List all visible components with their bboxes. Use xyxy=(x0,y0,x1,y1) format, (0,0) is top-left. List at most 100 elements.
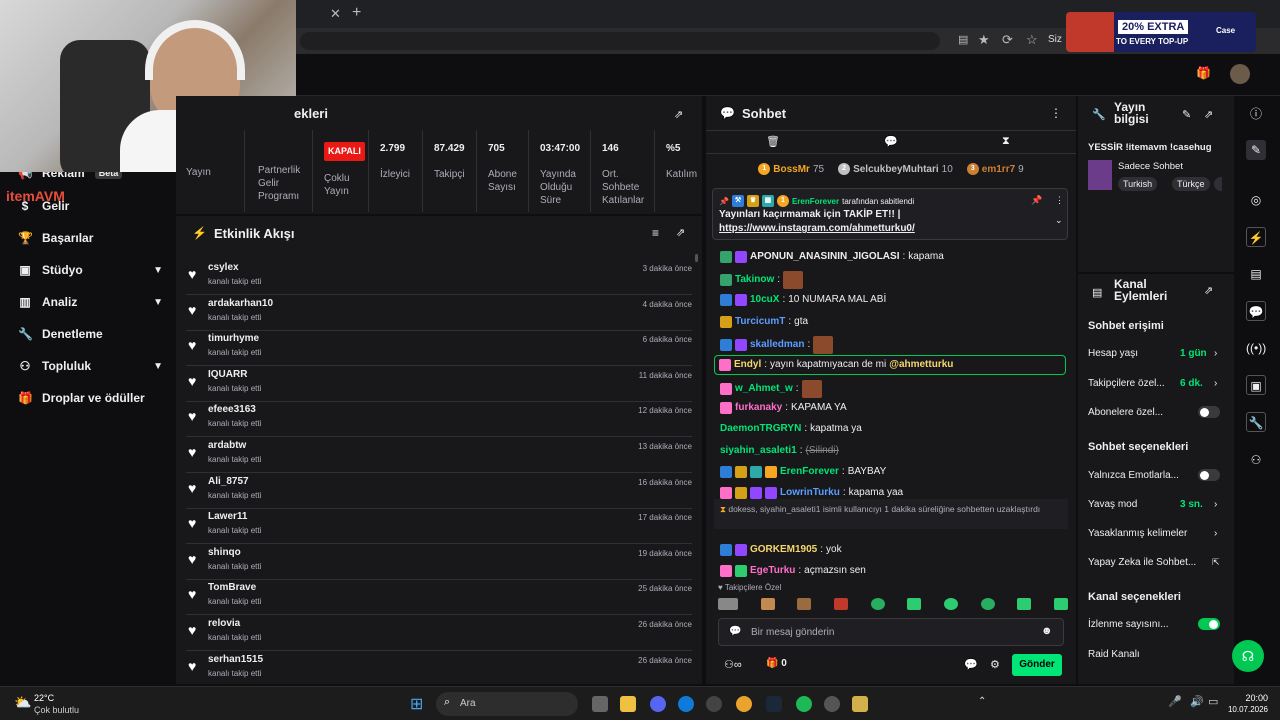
taskbar-search[interactable]: ⌕ Ara xyxy=(436,692,578,716)
app-icon[interactable] xyxy=(824,696,840,712)
obs-icon[interactable] xyxy=(706,696,722,712)
activity-row[interactable]: ♥ ardabtw kanalı takip etti 13 dakika önce xyxy=(186,438,692,473)
popout-icon[interactable]: ⇗ xyxy=(674,108,683,121)
activity-user[interactable]: timurhyme xyxy=(208,333,259,344)
profile-label[interactable]: Siz xyxy=(1048,34,1062,45)
activity-row[interactable]: ♥ Ali_8757 kanalı takip etti 16 dakika önce xyxy=(186,474,692,509)
nav-analiz[interactable]: ▥ Analiz ▼ xyxy=(18,295,163,309)
edit-icon[interactable]: ✎ xyxy=(1246,140,1266,160)
pinned-link[interactable]: https://www.instagram.com/ahmetturku0/ xyxy=(719,223,915,234)
more-icon[interactable]: ⋮ xyxy=(1050,106,1062,120)
activity-row[interactable]: ♥ IQUARR kanalı takip etti 11 dakika önce xyxy=(186,367,692,402)
nav-topluluk[interactable]: ⚇ Topluluk ▼ xyxy=(18,359,163,373)
account-age-label[interactable]: Hesap yaşı xyxy=(1088,348,1138,359)
document-icon[interactable]: ▤ xyxy=(1246,264,1266,284)
activity-row[interactable]: ♥ Lawer11 kanalı takip etti 17 dakika önce xyxy=(186,509,692,545)
clock-date[interactable]: 10.07.2026 xyxy=(1222,705,1268,714)
reader-icon[interactable]: ▤ xyxy=(958,33,968,46)
chevron-right-icon[interactable]: › xyxy=(1214,528,1217,539)
activity-row[interactable]: ♥ shinqo kanalı takip etti 19 dakika önce xyxy=(186,545,692,580)
mic-icon[interactable]: 🎤 xyxy=(1168,695,1182,708)
chat-message[interactable]: Endyl: yayın kapatmıyacan de mi @ahmetturk… xyxy=(714,355,1066,375)
actions-icon[interactable]: ▣ xyxy=(1246,375,1266,395)
clip-icon[interactable]: ◎ xyxy=(1246,190,1266,210)
more-icon[interactable]: ⋮ xyxy=(1055,195,1064,206)
activity-row[interactable]: ♥ serhan1515 kanalı takip etti 26 dakika ön… xyxy=(186,652,692,687)
ad-banner[interactable]: 20% EXTRA TO EVERY TOP-UP Case xyxy=(1066,12,1256,52)
activity-row[interactable]: ♥ timurhyme kanalı takip etti 6 dakika önce xyxy=(186,331,692,367)
chat-message[interactable]: EgeTurku: açmazsın sen xyxy=(720,564,1068,578)
file-explorer-icon[interactable] xyxy=(620,696,636,712)
chevron-up-icon[interactable]: ⌃ xyxy=(978,696,986,707)
battery-icon[interactable]: ▭ xyxy=(1208,695,1218,708)
activity-user[interactable]: Lawer11 xyxy=(208,511,247,522)
leader-entry[interactable]: 3 em1rr7 9 xyxy=(966,160,1024,178)
chat-message[interactable]: w_Ahmet_w: xyxy=(720,380,1068,398)
chevron-down-icon[interactable]: ▼ xyxy=(153,297,163,308)
external-link-icon[interactable]: ⇱ xyxy=(1212,557,1220,568)
followers-only-label[interactable]: Takipçilere özel... xyxy=(1088,378,1165,389)
subs-only-toggle[interactable] xyxy=(1198,406,1220,418)
activity-user[interactable]: Ali_8757 xyxy=(208,476,249,487)
activity-user[interactable]: shinqo xyxy=(208,547,241,558)
chevron-down-icon[interactable]: ⌄ xyxy=(1055,215,1063,226)
activity-row[interactable]: ♥ TomBrave kanalı takip etti 25 dakika önce xyxy=(186,580,692,616)
leader-entry[interactable]: 2 SelcukbeyMuhtari 10 xyxy=(838,160,953,178)
windows-start-icon[interactable]: ⊞ xyxy=(410,694,423,714)
nav-basarilar[interactable]: 🏆 Başarılar xyxy=(18,231,163,245)
account-age-value[interactable]: 1 gün xyxy=(1180,348,1207,359)
chat-icon[interactable]: 💬 xyxy=(1246,301,1266,321)
gear-icon[interactable]: ⚙ xyxy=(990,658,1000,671)
extensions-icon[interactable]: ⟳ xyxy=(1002,32,1013,48)
broadcast-icon[interactable]: ((•)) xyxy=(1246,338,1266,358)
pin-icon[interactable]: 📌 xyxy=(1031,195,1042,206)
slow-mode-label[interactable]: Yavaş mod xyxy=(1088,499,1137,510)
chat-message[interactable]: APONUN_ANASININ_JIGOLASI: kapama xyxy=(720,250,1068,264)
ai-chat-label[interactable]: Yapay Zeka ile Sohbet... xyxy=(1088,557,1196,568)
chevron-right-icon[interactable]: › xyxy=(1214,348,1217,359)
followers-only-value[interactable]: 6 dk. xyxy=(1180,378,1203,389)
popout-icon[interactable]: ⇗ xyxy=(1204,108,1213,121)
chevron-right-icon[interactable]: › xyxy=(1214,378,1217,389)
support-button[interactable]: ☊ xyxy=(1232,640,1264,672)
activity-user[interactable]: efeee3163 xyxy=(208,404,256,415)
wrench-icon[interactable]: 🔧 xyxy=(1246,412,1266,432)
nav-droplar[interactable]: 🎁 Droplar ve ödüller xyxy=(18,391,163,405)
activity-user[interactable]: IQUARR xyxy=(208,369,247,380)
activity-user[interactable]: TomBrave xyxy=(208,582,256,593)
community-icon[interactable]: ⚇∞ xyxy=(724,658,742,671)
chat-message[interactable]: LowrinTurku: kapama yaa xyxy=(720,486,1068,500)
chat-message[interactable]: furkanaky: KAPAMA YA xyxy=(720,401,1068,415)
favorites-icon[interactable]: ☆ xyxy=(1026,32,1038,48)
chat-message[interactable]: DaemonTRGRYN: kapatma ya xyxy=(720,422,1068,436)
hourglass-icon[interactable]: ⧗ xyxy=(1002,135,1010,148)
activity-row[interactable]: ♥ csylex kanalı takip etti 3 dakika önce xyxy=(186,260,692,295)
banned-words-label[interactable]: Yasaklanmış kelimeler xyxy=(1088,528,1187,539)
weather-temp[interactable]: 22°C xyxy=(34,693,54,703)
steam-icon[interactable] xyxy=(766,696,782,712)
activity-user[interactable]: csylex xyxy=(208,262,239,273)
trash-icon[interactable]: 🗑 xyxy=(766,135,780,148)
weather-text[interactable]: Çok bulutlu xyxy=(34,705,79,715)
url-field[interactable] xyxy=(300,32,940,50)
nav-gelir[interactable]: $ Gelir xyxy=(18,199,163,213)
activity-user[interactable]: ardakarhan10 xyxy=(208,298,273,309)
chrome-icon[interactable] xyxy=(736,696,752,712)
activity-row[interactable]: ♥ ardakarhan10 kanalı takip etti 4 dakika ö… xyxy=(186,296,692,331)
filter-icon[interactable]: ≡ xyxy=(652,226,659,240)
viewer-count-toggle[interactable] xyxy=(1198,618,1220,630)
chat-message[interactable]: ErenForever: BAYBAY xyxy=(720,465,1068,479)
chat-message[interactable]: skalledman: xyxy=(720,336,1068,354)
edit-icon[interactable]: ✎ xyxy=(1182,108,1191,121)
app-icon[interactable] xyxy=(852,696,868,712)
scrollbar[interactable] xyxy=(695,254,698,262)
tag-chip[interactable]: Turkish xyxy=(1118,177,1158,191)
gift-icon[interactable]: 🎁 xyxy=(1196,66,1211,80)
pinned-message[interactable]: 📌 ⚒ ♛ ▦ 1 ErenForever tarafından sabitle… xyxy=(712,188,1068,240)
activity-user[interactable]: ardabtw xyxy=(208,440,246,451)
leader-entry[interactable]: 1 BossMr 75 xyxy=(758,160,824,178)
volume-icon[interactable]: 🔊 xyxy=(1190,695,1204,708)
chevron-right-icon[interactable]: › xyxy=(1214,499,1217,510)
chevron-down-icon[interactable]: ▼ xyxy=(153,265,163,276)
nav-denetleme[interactable]: 🔧 Denetleme xyxy=(18,327,163,341)
